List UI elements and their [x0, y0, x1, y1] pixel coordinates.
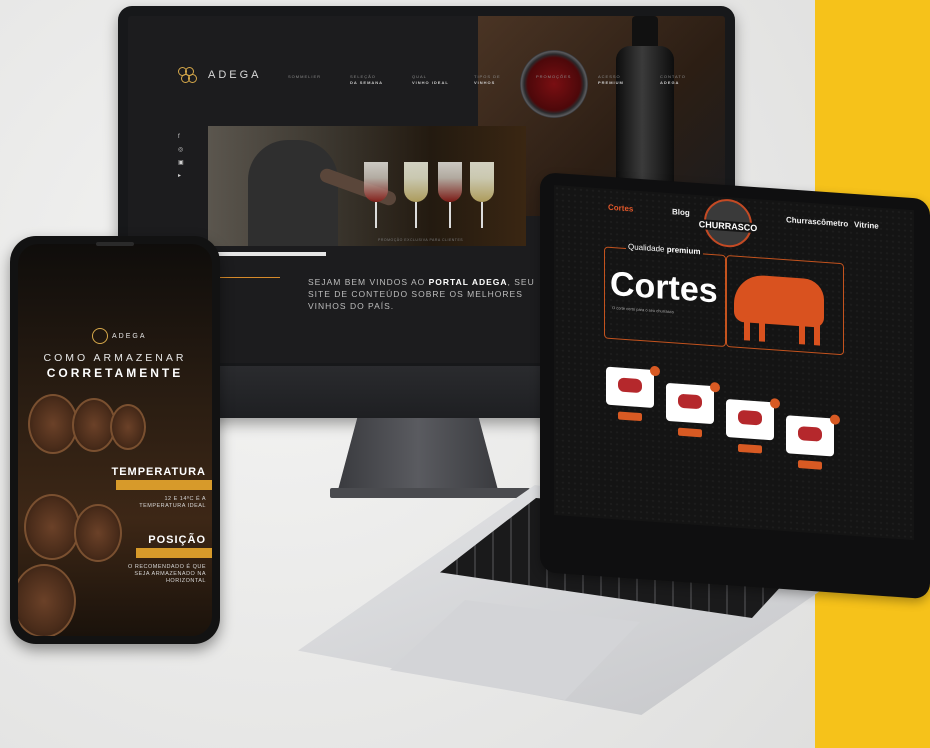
glass-stem	[375, 202, 377, 228]
cut-badge	[830, 414, 840, 425]
nav-bottom: VINHOS	[474, 80, 496, 85]
posicao-bar	[136, 548, 212, 558]
nav-item-tipos[interactable]: TIPOS DE VINHOS	[474, 74, 516, 86]
instagram-icon[interactable]: ◎	[178, 147, 184, 153]
cut-tag[interactable]	[738, 443, 762, 454]
posicao-title: POSIÇÃO	[148, 534, 206, 546]
phone-title-line1: COMO ARMAZENAR	[43, 352, 187, 364]
nav-item-sommelier[interactable]: SOMMELIER	[288, 74, 330, 86]
cut-badge	[770, 398, 780, 409]
wine-glass	[470, 162, 494, 202]
grape-icon	[176, 64, 200, 86]
nav-bottom: VINHO IDEAL	[412, 80, 449, 85]
cut-card[interactable]	[606, 366, 654, 408]
nav-cortes[interactable]: Cortes	[608, 203, 633, 214]
welcome-pre: SEJAM BEM VINDOS AO	[308, 277, 429, 287]
laptop-screen: Cortes Blog Churrascômetro Vitrine CHURR…	[540, 172, 930, 600]
phone-adega-logo[interactable]: ADEGA	[92, 328, 147, 344]
barrel-image	[110, 404, 146, 450]
slider-progress[interactable]	[208, 252, 326, 256]
glass-stem	[415, 202, 417, 228]
temperatura-body: 12 E 14ºC É A TEMPERATURA IDEAL	[139, 496, 206, 509]
meat-image	[798, 426, 822, 442]
nav-bottom: PREMIUM	[598, 80, 624, 85]
meat-image	[678, 393, 702, 410]
nav-top: PROMOÇÕES	[536, 74, 572, 79]
hero-caption: PROMOÇÃO EXCLUSIVA PARA CLIENTES	[378, 238, 464, 242]
posicao-body: O RECOMENDADO É QUE SEJA ARMAZENADO NA H…	[128, 564, 206, 584]
nav-top: ACESSO	[598, 74, 621, 79]
phone-title-line2: CORRETAMENTE	[46, 366, 184, 380]
smartphone: ADEGA COMO ARMAZENAR CORRETAMENTE TEMPER…	[10, 236, 220, 644]
desktop-nav: SOMMELIER SELEÇÃO DA SEMANA QUAL VINHO IDE…	[288, 74, 702, 86]
grape-icon	[92, 328, 108, 344]
nav-top: QUAL	[412, 74, 427, 79]
glass-stem	[481, 202, 483, 228]
nav-top: TIPOS DE	[474, 74, 501, 79]
welcome-text: SEJAM BEM VINDOS AO PORTAL ADEGA, SEU SI…	[308, 276, 548, 312]
nav-blog[interactable]: Blog	[672, 207, 690, 217]
nav-bottom: ADEGA	[660, 80, 680, 85]
bartender-figure	[248, 140, 338, 246]
cortes-title: Cortes	[610, 264, 718, 311]
nav-churrascometro[interactable]: Churrascômetro	[786, 215, 848, 228]
monitor-foot	[330, 488, 530, 498]
cut-tag[interactable]	[798, 460, 822, 470]
welcome-bold: PORTAL ADEGA	[428, 277, 508, 287]
nav-item-selecao[interactable]: SELEÇÃO DA SEMANA	[350, 74, 392, 86]
cut-tag[interactable]	[618, 411, 642, 422]
barrel-image	[24, 494, 80, 560]
cow-leg	[759, 317, 765, 342]
meat-image	[618, 377, 642, 394]
barrel-image	[28, 394, 78, 454]
cow-leg	[814, 321, 820, 346]
cut-tag[interactable]	[678, 427, 702, 438]
cut-card[interactable]	[786, 415, 834, 457]
wine-glass	[364, 162, 388, 202]
nav-vitrine[interactable]: Vitrine	[854, 220, 879, 231]
linkedin-icon[interactable]: ▣	[178, 160, 184, 166]
phone-speaker	[96, 242, 134, 246]
phone-website-screen: ADEGA COMO ARMAZENAR CORRETAMENTE TEMPER…	[18, 244, 212, 636]
nav-item-vinho-ideal[interactable]: QUAL VINHO IDEAL	[412, 74, 454, 86]
nav-item-premium[interactable]: ACESSO PREMIUM	[598, 74, 640, 86]
phone-brand-text: ADEGA	[112, 332, 147, 340]
temperatura-bar	[116, 480, 212, 490]
cut-badge	[710, 381, 720, 393]
wine-glass	[438, 162, 462, 202]
barrel-image	[74, 504, 122, 562]
monitor-stand	[338, 418, 498, 490]
cow-leg	[744, 316, 750, 341]
wine-glass	[404, 162, 428, 202]
cut-badge	[650, 365, 660, 377]
nav-top: SOMMELIER	[288, 74, 322, 79]
social-links: f ◎ ▣ ▸	[178, 134, 184, 179]
adega-brand-text: ADEGA	[208, 69, 262, 81]
nav-top: CONTATO	[660, 74, 686, 79]
hero-image	[208, 126, 526, 246]
nav-top: SELEÇÃO	[350, 74, 376, 79]
churrasco-website: Cortes Blog Churrascômetro Vitrine CHURR…	[554, 184, 914, 541]
temperatura-title: TEMPERATURA	[111, 466, 206, 478]
barrel-image	[18, 564, 76, 636]
facebook-icon[interactable]: f	[178, 134, 184, 140]
nav-item-contato[interactable]: CONTATO ADEGA	[660, 74, 702, 86]
cut-card[interactable]	[726, 399, 774, 441]
adega-logo[interactable]: ADEGA	[176, 64, 262, 86]
nav-item-promocoes[interactable]: PROMOÇÕES	[536, 74, 578, 86]
nav-bottom: DA SEMANA	[350, 80, 384, 85]
meat-image	[738, 409, 762, 426]
cut-card[interactable]	[666, 382, 714, 425]
cow-leg	[799, 320, 805, 345]
glass-stem	[449, 202, 451, 228]
youtube-icon[interactable]: ▸	[178, 173, 184, 179]
